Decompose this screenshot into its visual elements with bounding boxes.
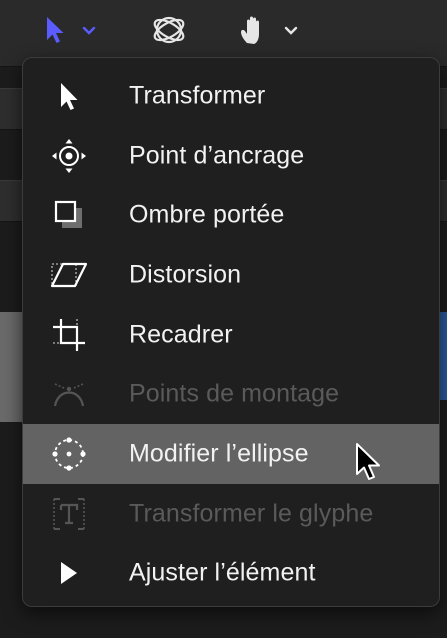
hand-icon — [238, 13, 270, 52]
menu-item-points-de-montage: Points de montage — [23, 364, 439, 424]
arrow-pointer-icon — [44, 15, 66, 50]
adjust-item-icon — [49, 553, 89, 593]
drop-shadow-icon — [49, 195, 89, 235]
menu-item-label: Recadrer — [129, 320, 233, 349]
menu-item-ajuster-element[interactable]: Ajuster l’élément — [23, 544, 439, 604]
menu-item-label: Points de montage — [129, 379, 340, 408]
menu-item-point-ancrage[interactable]: Point d’ancrage — [23, 126, 439, 186]
crop-icon — [49, 315, 89, 355]
menu-item-label: Ombre portée — [129, 200, 285, 229]
distort-icon — [49, 255, 89, 295]
menu-item-ombre-portee[interactable]: Ombre portée — [23, 185, 439, 245]
pan-tool-button[interactable] — [238, 14, 298, 50]
glyph-transform-icon — [49, 494, 89, 534]
background-clip — [0, 312, 22, 422]
menu-item-label: Transformer le glyphe — [129, 499, 374, 528]
menu-item-label: Ajuster l’élément — [129, 558, 316, 587]
menu-item-label: Point d’ancrage — [129, 141, 305, 170]
menu-item-transformer-glyphe: Transformer le glyphe — [23, 484, 439, 544]
menu-item-label: Transformer — [129, 81, 266, 110]
menu-item-distorsion[interactable]: Distorsion — [23, 245, 439, 305]
anchor-point-icon — [49, 136, 89, 176]
menu-item-transformer[interactable]: Transformer — [23, 66, 439, 126]
menu-item-recadrer[interactable]: Recadrer — [23, 305, 439, 365]
menu-item-label: Modifier l’ellipse — [129, 439, 309, 468]
select-tool-button[interactable] — [44, 14, 96, 50]
mouse-cursor-icon — [354, 442, 386, 489]
ellipse-edit-icon — [49, 434, 89, 474]
3d-orbit-icon — [150, 11, 188, 54]
chevron-down-icon[interactable] — [82, 23, 96, 41]
arrow-pointer-icon — [49, 76, 89, 116]
menu-item-label: Distorsion — [129, 260, 242, 289]
orbit-tool-button[interactable] — [150, 14, 188, 50]
chevron-down-icon[interactable] — [284, 23, 298, 41]
edit-points-icon — [49, 374, 89, 414]
select-tool-menu: Transformer Point d’ancrage Ombre portée — [22, 57, 440, 607]
